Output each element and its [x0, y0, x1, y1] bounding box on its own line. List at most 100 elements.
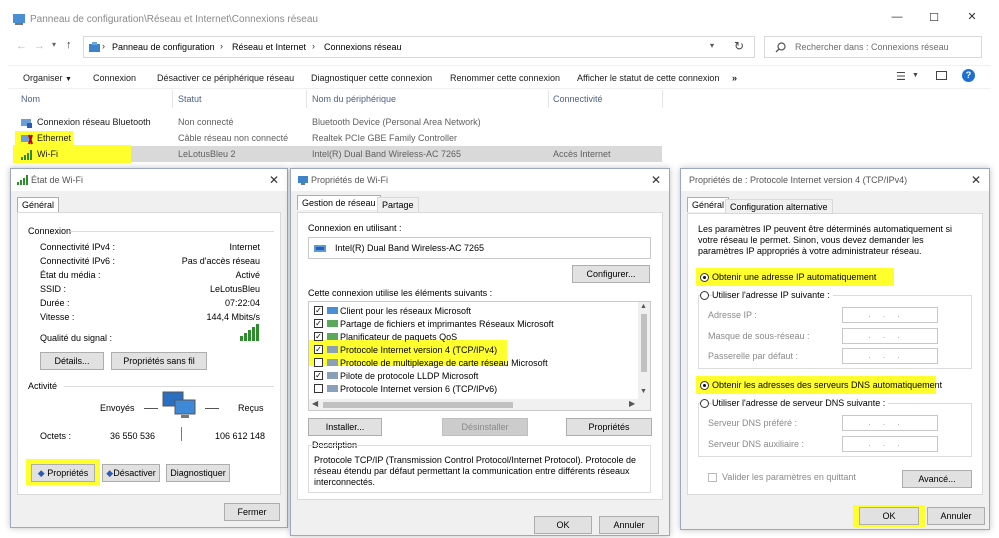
- col-connectivity[interactable]: Connectivité: [553, 94, 603, 104]
- close-icon[interactable]: ✕: [269, 173, 279, 187]
- cancel-button[interactable]: Annuler: [599, 516, 659, 534]
- tab-sharing[interactable]: Partage: [377, 197, 419, 212]
- horizontal-scrollbar[interactable]: ◀ ▶: [309, 399, 650, 410]
- view-dropdown-icon[interactable]: ▼: [912, 72, 919, 79]
- breadcrumb-network-internet[interactable]: Réseau et Internet: [232, 42, 306, 52]
- alternate-dns-input[interactable]: ...: [842, 436, 938, 452]
- network-icon: [298, 176, 308, 185]
- address-dropdown-icon[interactable]: ▾: [710, 41, 714, 50]
- tab-alternate-config[interactable]: Configuration alternative: [725, 199, 833, 214]
- diagnose-button[interactable]: Diagnostiquer: [166, 464, 230, 482]
- qos-checkbox[interactable]: ✓: [314, 332, 323, 341]
- list-item[interactable]: Planificateur de paquets QoS: [340, 332, 457, 342]
- preferred-dns-input[interactable]: ...: [842, 415, 938, 431]
- list-item[interactable]: Partage de fichiers et imprimantes Résea…: [340, 319, 554, 329]
- cmd-rename[interactable]: Renommer cette connexion: [450, 69, 560, 87]
- disable-button[interactable]: ◆Désactiver: [102, 464, 160, 482]
- tab-general[interactable]: Général: [17, 197, 60, 212]
- advanced-button[interactable]: Avancé...: [902, 470, 972, 488]
- ipv4-checkbox[interactable]: ✓: [314, 345, 323, 354]
- configure-button[interactable]: Configurer...: [572, 265, 650, 283]
- address-bar[interactable]: › Panneau de configuration › Réseau et I…: [83, 36, 755, 58]
- auto-dns-label[interactable]: Obtenir les adresses des serveurs DNS au…: [712, 380, 942, 390]
- close-button[interactable]: Fermer: [224, 503, 280, 521]
- list-item[interactable]: Client pour les réseaux Microsoft: [340, 306, 471, 316]
- cmd-more[interactable]: »: [732, 69, 737, 87]
- forward-icon[interactable]: →: [34, 40, 45, 52]
- ok-button[interactable]: OK: [859, 507, 919, 525]
- list-item[interactable]: Protocole Internet version 6 (TCP/IPv6): [340, 384, 497, 394]
- auto-ip-label[interactable]: Obtenir une adresse IP automatiquement: [712, 272, 876, 282]
- install-button[interactable]: Installer...: [308, 418, 382, 436]
- search-input[interactable]: Rechercher dans : Connexions réseau: [764, 36, 982, 58]
- scroll-thumb[interactable]: [641, 314, 647, 372]
- list-item-ipv4[interactable]: Protocole Internet version 4 (TCP/IPv4): [340, 345, 497, 355]
- manual-dns-label[interactable]: Utiliser l'adresse de serveur DNS suivan…: [712, 398, 889, 408]
- wireless-properties-button[interactable]: Propriétés sans fil: [111, 352, 207, 370]
- manual-ip-radio[interactable]: [700, 291, 709, 300]
- minimize-icon[interactable]: —: [887, 11, 907, 23]
- cancel-button[interactable]: Annuler: [927, 507, 985, 525]
- list-item[interactable]: Ethernet Câble réseau non connecté Realt…: [16, 130, 662, 146]
- scroll-left-icon[interactable]: ◀: [312, 399, 318, 408]
- scroll-right-icon[interactable]: ▶: [629, 399, 635, 408]
- gateway-label: Passerelle par défaut :: [708, 351, 799, 361]
- cmd-connect[interactable]: Connexion: [93, 69, 136, 87]
- col-device[interactable]: Nom du périphérique: [312, 94, 396, 104]
- divider: [181, 427, 182, 441]
- properties-button[interactable]: ◆ Propriétés: [31, 464, 95, 482]
- view-options-icon[interactable]: ☰: [896, 70, 906, 83]
- adapter-field: Intel(R) Dual Band Wireless-AC 7265: [308, 237, 651, 259]
- auto-dns-radio[interactable]: [700, 381, 709, 390]
- close-icon[interactable]: ✕: [962, 10, 982, 23]
- up-icon[interactable]: ↑: [66, 39, 72, 51]
- breadcrumb-network-connections[interactable]: Connexions réseau: [324, 42, 402, 52]
- list-item[interactable]: Connexion réseau Bluetooth Non connecté …: [16, 114, 662, 130]
- cmd-show-status[interactable]: Afficher le statut de cette connexion: [577, 69, 719, 87]
- ipv6-checkbox[interactable]: [314, 384, 323, 393]
- auto-ip-radio[interactable]: [700, 273, 709, 282]
- cmd-organize-label: Organiser: [23, 73, 63, 83]
- cmd-diagnose[interactable]: Diagnostiquer cette connexion: [311, 69, 432, 87]
- duration-label: Durée :: [40, 298, 70, 308]
- lldp-checkbox[interactable]: ✓: [314, 371, 323, 380]
- refresh-icon[interactable]: ↻: [734, 39, 744, 53]
- help-icon[interactable]: ?: [962, 69, 975, 82]
- back-icon[interactable]: ←: [16, 40, 27, 52]
- list-item-selected[interactable]: Wi-Fi LeLotusBleu 2 Intel(R) Dual Band W…: [13, 146, 662, 162]
- validate-checkbox[interactable]: [708, 473, 717, 482]
- close-icon[interactable]: ✕: [971, 173, 981, 187]
- col-name[interactable]: Nom: [21, 94, 40, 104]
- row-device: Intel(R) Dual Band Wireless-AC 7265: [312, 149, 462, 159]
- bluetooth-network-icon: [21, 119, 32, 128]
- close-icon[interactable]: ✕: [651, 173, 661, 187]
- recent-chevron-icon[interactable]: ▾: [52, 40, 56, 49]
- list-item[interactable]: Protocole de multiplexage de carte résea…: [340, 358, 548, 368]
- subnet-mask-input[interactable]: ...: [842, 328, 938, 344]
- cmd-organize[interactable]: Organiser ▼: [23, 69, 72, 87]
- gateway-input[interactable]: ...: [842, 348, 938, 364]
- vertical-scrollbar[interactable]: ▲ ▼: [638, 302, 650, 399]
- manual-ip-label[interactable]: Utiliser l'adresse IP suivante :: [712, 290, 833, 300]
- scroll-down-icon[interactable]: ▼: [640, 388, 647, 395]
- tab-general[interactable]: Général: [687, 197, 730, 212]
- uninstall-button[interactable]: Désinstaller: [442, 418, 528, 436]
- properties-button[interactable]: Propriétés: [566, 418, 652, 436]
- breadcrumb-control-panel[interactable]: Panneau de configuration: [112, 42, 215, 52]
- ok-button[interactable]: OK: [534, 516, 592, 534]
- tab-networking[interactable]: Gestion de réseau: [297, 195, 381, 210]
- connect-using-label: Connexion en utilisant :: [308, 223, 402, 233]
- scroll-up-icon[interactable]: ▲: [640, 303, 647, 310]
- list-item[interactable]: Pilote de protocole LLDP Microsoft: [340, 371, 478, 381]
- col-status[interactable]: Statut: [178, 94, 202, 104]
- ip-address-input[interactable]: ...: [842, 307, 938, 323]
- scroll-thumb[interactable]: [323, 402, 513, 408]
- client-checkbox[interactable]: ✓: [314, 306, 323, 315]
- preview-pane-icon[interactable]: [936, 71, 947, 80]
- cmd-disable-device[interactable]: Désactiver ce périphérique réseau: [157, 69, 294, 87]
- file-sharing-checkbox[interactable]: ✓: [314, 319, 323, 328]
- multiplex-checkbox[interactable]: [314, 358, 323, 367]
- details-button[interactable]: Détails...: [40, 352, 104, 370]
- manual-dns-radio[interactable]: [700, 399, 709, 408]
- maximize-icon[interactable]: ☐: [924, 11, 944, 24]
